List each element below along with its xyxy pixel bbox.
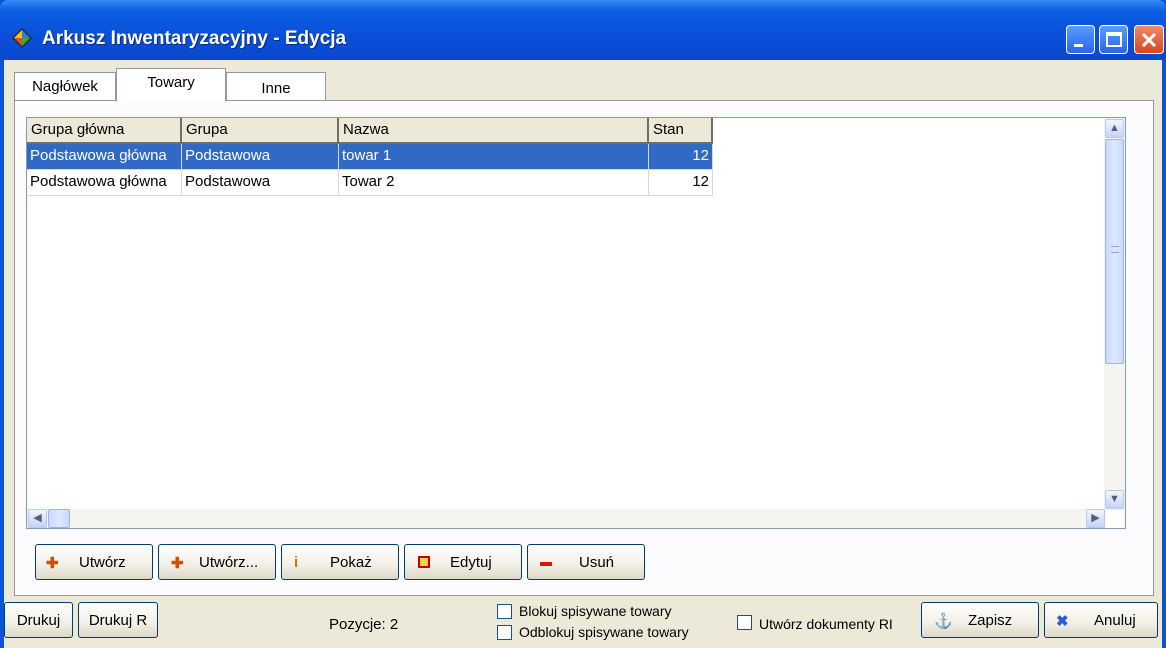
minus-icon	[540, 562, 552, 566]
items-grid[interactable]: Grupa główna Grupa Nazwa Stan Podstawowa…	[26, 117, 1126, 529]
vertical-scroll-thumb[interactable]	[1105, 139, 1124, 364]
app-icon	[12, 28, 32, 48]
cancel-icon: ✖	[1056, 613, 1069, 630]
usun-button[interactable]: Usuń	[527, 544, 645, 580]
tab-inne[interactable]: Inne	[226, 72, 326, 100]
odblokuj-checkbox[interactable]	[497, 625, 512, 640]
scroll-down-button[interactable]: ▼	[1105, 490, 1124, 509]
window-title: Arkusz Inwentaryzacyjny - Edycja	[42, 28, 347, 49]
blokuj-label: Blokuj spisywane towary	[519, 603, 672, 619]
positions-count: Pozycje: 2	[329, 616, 399, 633]
table-row[interactable]: Podstawowa główna Podstawowa towar 1 12	[27, 144, 717, 170]
utworz-button[interactable]: ✚ Utwórz	[35, 544, 153, 580]
cell-nazwa: towar 1	[339, 144, 649, 170]
chevron-left-icon: ◀	[33, 512, 42, 524]
pokaz-button[interactable]: i Pokaż	[281, 544, 399, 580]
cell-grupa-glowna: Podstawowa główna	[27, 144, 182, 170]
info-icon: i	[294, 554, 299, 571]
title-bar[interactable]: Arkusz Inwentaryzacyjny - Edycja	[0, 0, 1166, 60]
grip-icon	[1111, 246, 1119, 253]
pokaz-label: Pokaż	[330, 554, 372, 571]
utworz-ri-checkbox[interactable]	[737, 615, 752, 630]
scroll-left-button[interactable]: ◀	[28, 509, 47, 528]
minimize-button[interactable]	[1066, 25, 1095, 54]
horizontal-scroll-thumb[interactable]	[48, 509, 70, 528]
close-icon	[1141, 32, 1157, 48]
chevron-right-icon: ▶	[1091, 512, 1100, 524]
column-header-stan[interactable]: Stan	[649, 118, 713, 144]
drukuj-button[interactable]: Drukuj	[4, 602, 73, 638]
edit-icon	[418, 556, 430, 568]
close-button[interactable]	[1134, 25, 1164, 54]
zapisz-button[interactable]: ⚓ Zapisz	[921, 602, 1039, 638]
table-row[interactable]: Podstawowa główna Podstawowa Towar 2 12	[27, 170, 717, 196]
odblokuj-label: Odblokuj spisywane towary	[519, 624, 689, 640]
scroll-up-button[interactable]: ▲	[1105, 119, 1124, 138]
chevron-down-icon: ▼	[1109, 493, 1120, 505]
anuluj-label: Anuluj	[1094, 612, 1136, 629]
zapisz-label: Zapisz	[968, 612, 1013, 629]
plus-icon: ✚	[46, 555, 59, 572]
utworz-more-label: Utwórz...	[199, 554, 259, 571]
app-window: Arkusz Inwentaryzacyjny - Edycja Nagłówe…	[0, 0, 1166, 648]
cell-grupa: Podstawowa	[182, 144, 339, 170]
tab-naglowek[interactable]: Nagłówek	[14, 72, 116, 100]
minimize-icon	[1074, 44, 1083, 47]
utworz-label: Utwórz	[79, 554, 126, 571]
blokuj-checkbox[interactable]	[497, 604, 512, 619]
window-client: Nagłówek Towary Inne Grupa główna Grupa …	[4, 60, 1162, 648]
horizontal-scrollbar[interactable]: ◀ ▶	[27, 509, 1106, 528]
utworz-more-button[interactable]: ✚ Utwórz...	[158, 544, 276, 580]
maximize-button[interactable]	[1099, 25, 1128, 54]
drukuj-r-button[interactable]: Drukuj R	[78, 602, 158, 638]
utworz-ri-label: Utwórz dokumenty RI	[759, 616, 893, 632]
plus-more-icon: ✚	[171, 555, 184, 572]
cell-grupa: Podstawowa	[182, 170, 339, 196]
usun-label: Usuń	[579, 554, 615, 571]
column-header-nazwa[interactable]: Nazwa	[339, 118, 649, 144]
maximize-icon	[1106, 32, 1122, 47]
chevron-up-icon: ▲	[1109, 122, 1120, 134]
anuluj-button[interactable]: ✖ Anuluj	[1044, 602, 1158, 638]
edytuj-button[interactable]: Edytuj	[404, 544, 522, 580]
cell-stan: 12	[649, 144, 713, 170]
vertical-scrollbar[interactable]: ▲ ▼	[1104, 118, 1125, 511]
tab-towary[interactable]: Towary	[116, 68, 226, 102]
cell-grupa-glowna: Podstawowa główna	[27, 170, 182, 196]
column-header-grupa-glowna[interactable]: Grupa główna	[27, 118, 182, 144]
edytuj-label: Edytuj	[450, 554, 492, 571]
cell-nazwa: Towar 2	[339, 170, 649, 196]
save-icon: ⚓	[934, 613, 953, 630]
cell-stan: 12	[649, 170, 713, 196]
scroll-right-button[interactable]: ▶	[1086, 509, 1105, 528]
column-header-grupa[interactable]: Grupa	[182, 118, 339, 144]
